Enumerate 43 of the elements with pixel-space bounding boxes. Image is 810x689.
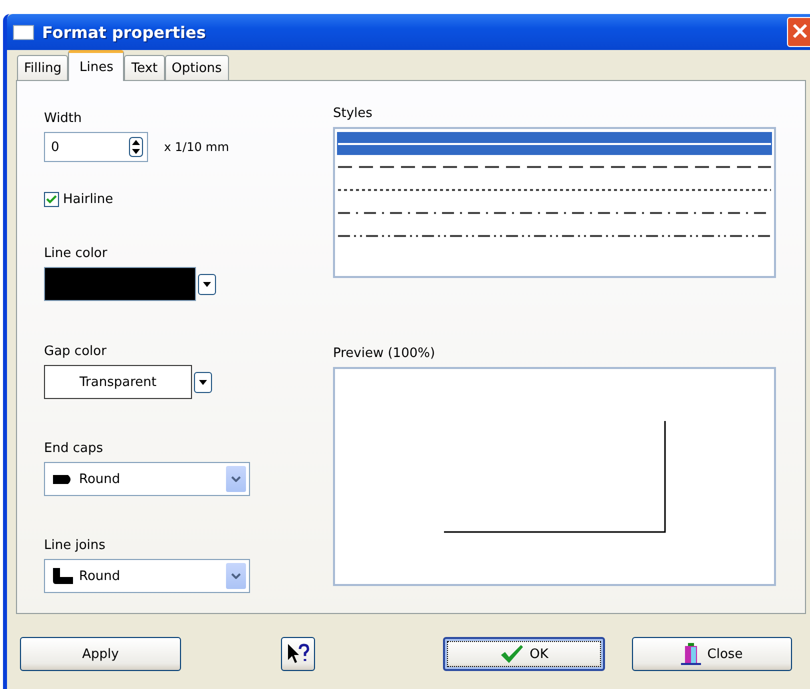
close-button[interactable]: Close [632, 637, 792, 671]
tab[interactable]: Options [164, 55, 229, 80]
dropdown-button[interactable] [198, 274, 216, 294]
triangle-down-icon [199, 380, 207, 384]
window-title: Format properties [42, 22, 206, 42]
check-icon [500, 644, 524, 664]
triangle-down-icon [203, 282, 211, 286]
line-color-label: Line color [44, 246, 108, 261]
tab[interactable]: Filling [17, 55, 68, 80]
end-caps-label: End caps [44, 441, 104, 456]
line-pattern-icon [337, 234, 772, 238]
tab[interactable]: Lines [68, 50, 124, 81]
styles-label: Styles [333, 106, 374, 121]
close-window-button[interactable] [787, 17, 810, 47]
end-cap-icon [53, 474, 73, 484]
unit-label: x 1/10 mm [164, 140, 230, 154]
apply-button[interactable]: Apply [20, 637, 181, 671]
chevron-down-icon [231, 476, 241, 482]
chevron-down-icon [231, 573, 241, 579]
line-pattern-icon [337, 188, 772, 192]
hairline-checkbox[interactable] [44, 192, 59, 207]
gap-color-label: Gap color [44, 344, 108, 359]
gap-color-swatch[interactable]: Transparent [44, 365, 192, 399]
spin-arrows-icon [129, 137, 143, 157]
pointer-question-icon [286, 643, 310, 665]
line-color-swatch[interactable] [44, 267, 196, 301]
line-style-item[interactable] [337, 132, 772, 155]
ok-button[interactable]: OK [443, 637, 605, 671]
width-label: Width [44, 111, 83, 126]
line-joins-label: Line joins [44, 538, 106, 553]
window-icon [13, 24, 34, 40]
tab[interactable]: Text [124, 55, 165, 80]
door-icon [681, 643, 702, 665]
preview-label: Preview (100%) [333, 346, 436, 361]
width-spinner[interactable]: 0 [44, 132, 148, 162]
line-joins-dropdown[interactable]: Round [44, 559, 250, 593]
hairline-label: Hairline [63, 192, 114, 207]
dropdown-button[interactable] [194, 372, 212, 392]
end-caps-dropdown[interactable]: Round [44, 462, 250, 496]
line-pattern-icon [337, 164, 772, 168]
help-button[interactable] [281, 637, 315, 671]
line-pattern-icon [337, 142, 772, 146]
line-join-icon [53, 568, 73, 584]
